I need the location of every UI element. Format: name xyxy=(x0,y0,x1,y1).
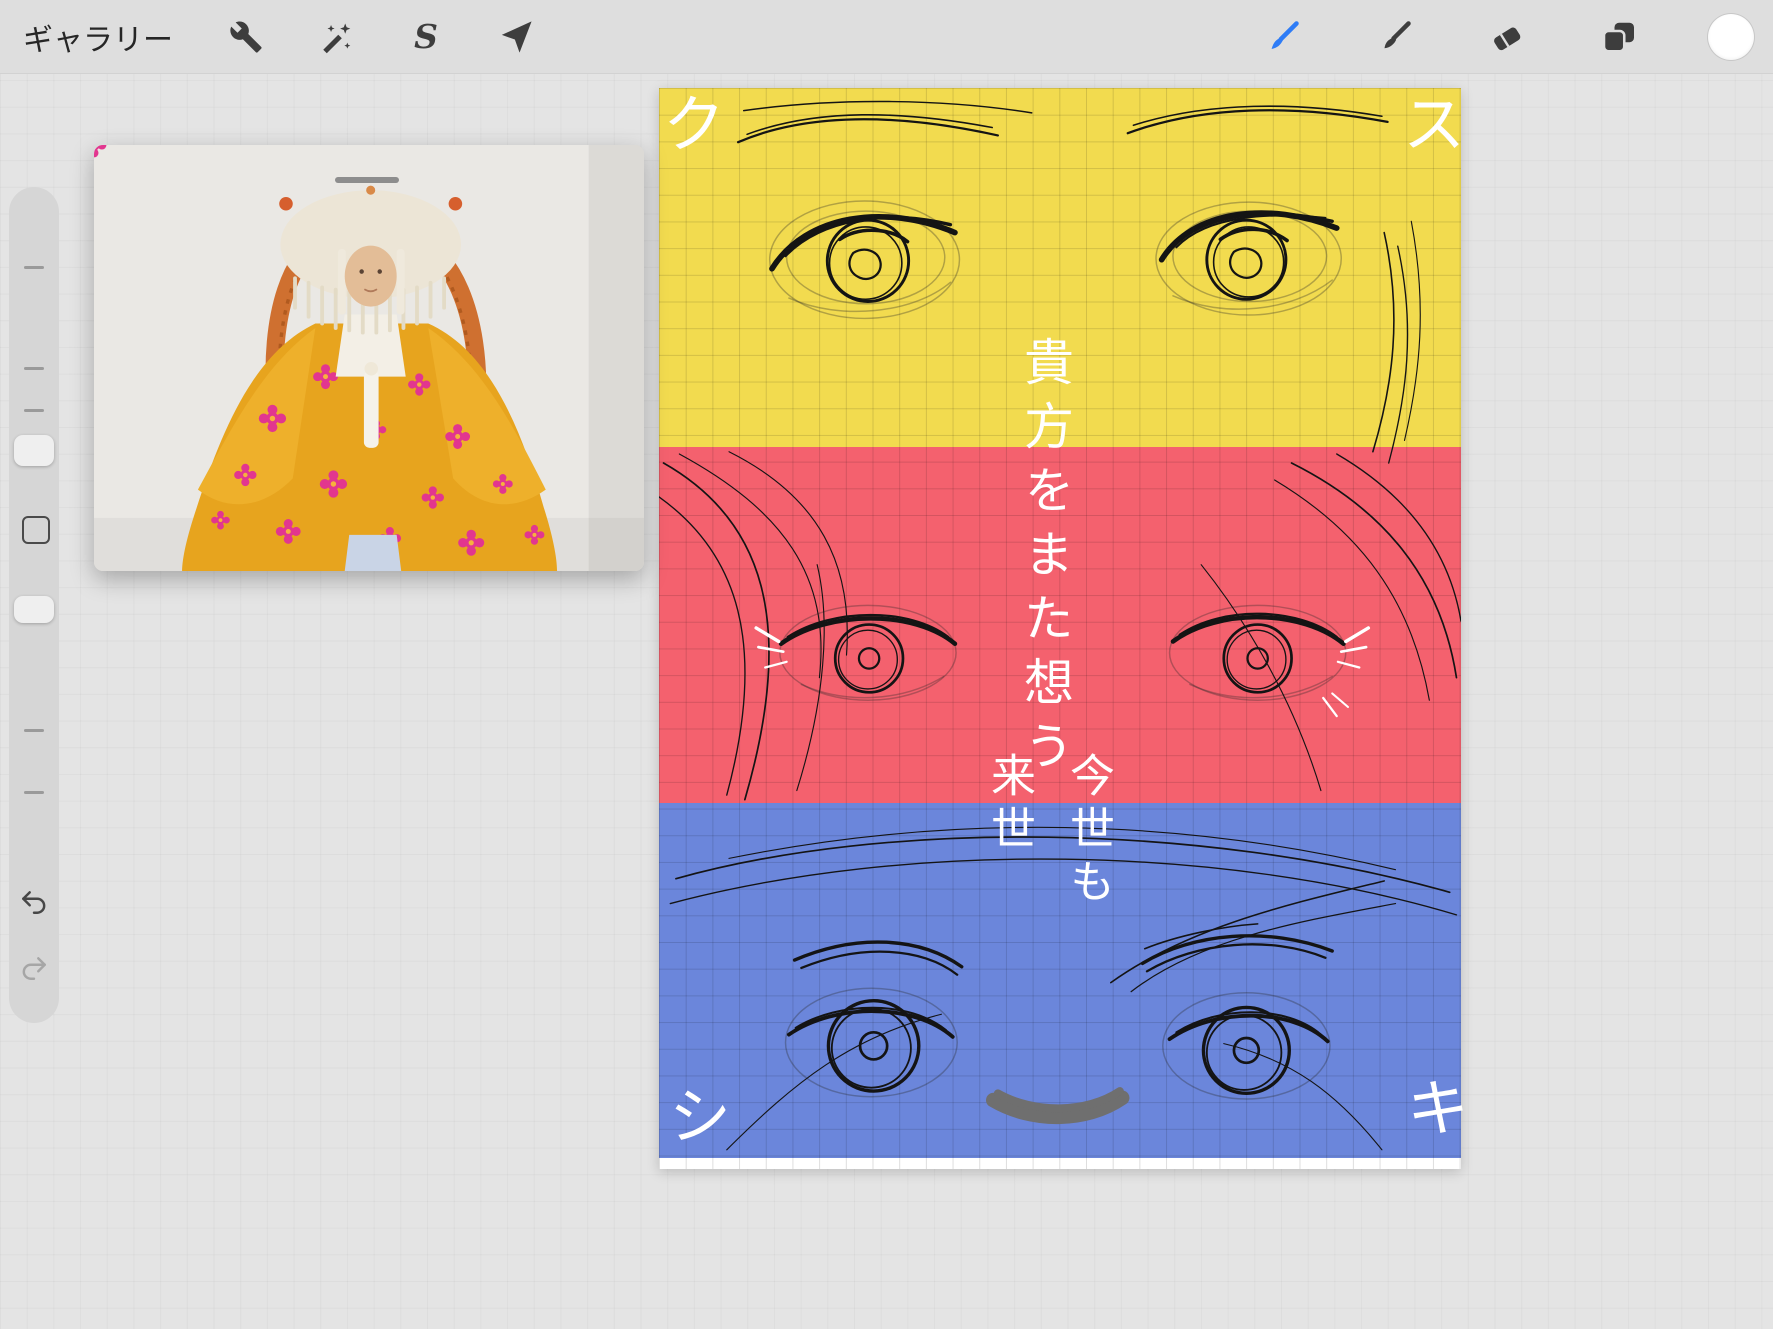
canvas-band-red xyxy=(659,447,1461,803)
drawing-canvas[interactable]: ク ス シ キ 貴方をまた想う 今世も 来世 xyxy=(659,88,1469,1169)
top-toolbar: ギャラリー S xyxy=(0,0,1773,74)
slider-tick xyxy=(24,791,44,794)
opacity-slider[interactable] xyxy=(9,567,59,827)
layers-icon xyxy=(1601,19,1637,55)
transform-button[interactable] xyxy=(488,9,544,65)
reference-window[interactable] xyxy=(94,145,644,571)
opacity-handle[interactable] xyxy=(14,596,54,623)
selection-button[interactable]: S xyxy=(398,9,454,65)
undo-button[interactable] xyxy=(19,889,49,919)
transform-arrow-icon xyxy=(499,20,533,54)
selection-s-icon: S xyxy=(414,17,438,56)
redo-icon xyxy=(19,954,49,987)
magic-wand-icon xyxy=(319,20,353,54)
slider-tick xyxy=(24,409,44,412)
reference-drag-handle[interactable] xyxy=(335,177,399,183)
procreate-workspace: ギャラリー S ク ス シ キ 貴方をまた想う 今世も 来世 xyxy=(0,0,1773,1329)
smudge-icon xyxy=(1377,19,1413,55)
paint-brush-icon xyxy=(1265,19,1301,55)
actions-button[interactable] xyxy=(218,9,274,65)
brush-size-slider[interactable] xyxy=(9,187,59,487)
color-swatch-button[interactable] xyxy=(1708,13,1754,60)
canvas-band-yellow xyxy=(659,88,1461,447)
eraser-tool-button[interactable] xyxy=(1479,9,1535,65)
canvas-band-blue xyxy=(659,803,1461,1158)
redo-button[interactable] xyxy=(19,955,49,985)
tool-sidebar xyxy=(9,187,59,1023)
slider-tick xyxy=(24,367,44,370)
modify-button[interactable] xyxy=(22,516,50,544)
gallery-button[interactable]: ギャラリー xyxy=(23,15,173,59)
paint-tool-button[interactable] xyxy=(1255,9,1311,65)
brush-size-handle[interactable] xyxy=(14,435,54,466)
smudge-tool-button[interactable] xyxy=(1367,9,1423,65)
adjustments-button[interactable] xyxy=(308,9,364,65)
wrench-icon xyxy=(229,20,263,54)
layers-button[interactable] xyxy=(1591,9,1647,65)
slider-tick xyxy=(24,729,44,732)
reference-photo xyxy=(94,145,644,571)
eraser-icon xyxy=(1489,19,1525,55)
slider-tick xyxy=(24,266,44,269)
undo-icon xyxy=(19,888,49,921)
